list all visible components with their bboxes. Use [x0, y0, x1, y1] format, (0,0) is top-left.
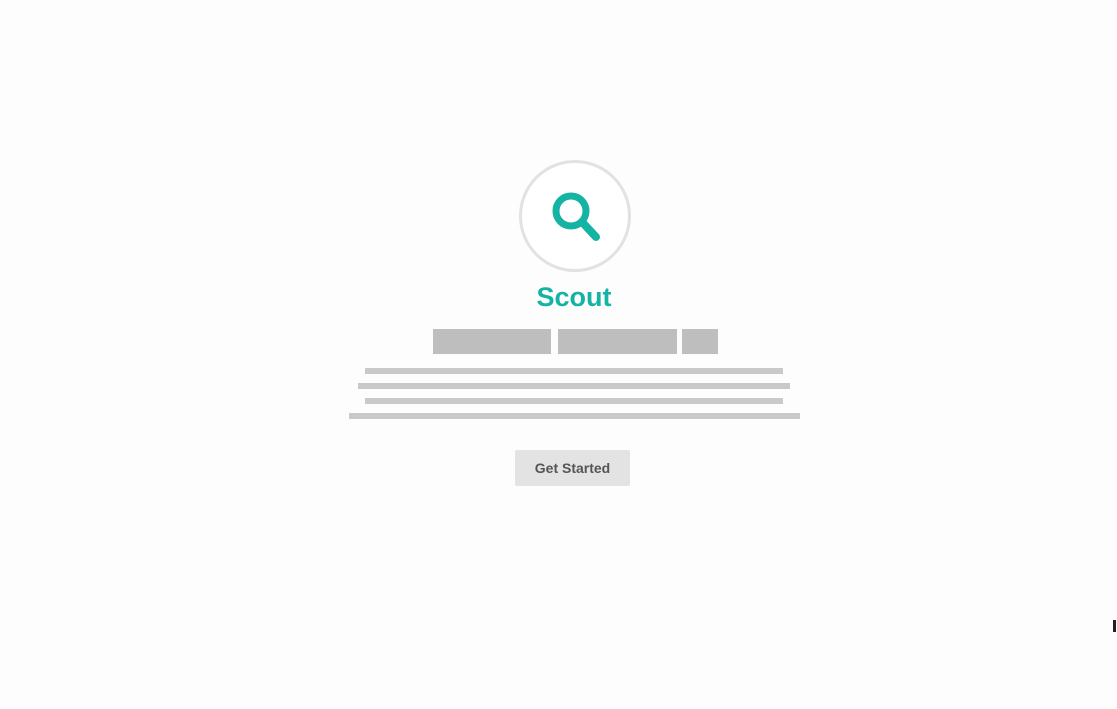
text-cursor-icon [1113, 620, 1116, 632]
placeholder-text-line-3 [365, 398, 783, 404]
search-icon [552, 192, 600, 241]
app-title: Scout [536, 282, 612, 312]
welcome-screen: Scout Get Started [0, 0, 1117, 709]
placeholder-heading-word-3 [682, 329, 718, 354]
placeholder-heading-word-2 [558, 329, 677, 354]
get-started-button[interactable]: Get Started [515, 450, 630, 486]
placeholder-text-line-1 [365, 368, 783, 374]
placeholder-text-line-4 [349, 413, 800, 419]
app-logo [519, 160, 631, 272]
placeholder-text-line-2 [358, 383, 790, 389]
placeholder-heading-word-1 [433, 329, 551, 354]
